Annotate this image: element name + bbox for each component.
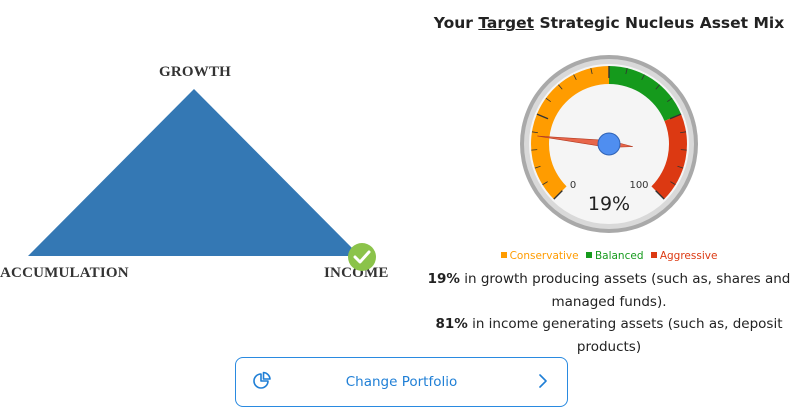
legend-swatch: [585, 252, 592, 258]
change-portfolio-label: Change Portfolio: [345, 374, 458, 390]
growth-text: in growth producing assets (such as, sha…: [459, 271, 791, 287]
legend-aggressive: Aggressive: [650, 250, 718, 262]
growth-label: GROWTH: [159, 64, 232, 80]
check-icon: [348, 243, 376, 271]
legend-swatch: [650, 252, 657, 258]
title-suffix: Strategic Nucleus Asset Mix: [539, 14, 785, 32]
gauge-max-label: 100: [629, 180, 648, 191]
gauge-legend: Conservative Balanced Aggressive: [418, 250, 800, 262]
gauge-hub: [597, 132, 621, 156]
income-percent: 81%: [435, 316, 468, 332]
change-portfolio-button[interactable]: Change Portfolio: [235, 357, 568, 407]
triangle-shape: [28, 89, 360, 256]
legend-aggressive-label: Aggressive: [659, 250, 718, 262]
asset-mix-description: 19% in growth producing assets (such as,…: [414, 268, 804, 358]
gauge-value-label: 19%: [588, 193, 630, 215]
accumulation-label: ACCUMULATION: [0, 265, 129, 281]
strategy-triangle: GROWTH ACCUMULATION INCOME: [0, 0, 400, 300]
growth-line-2: managed funds).: [551, 293, 667, 310]
chevron-right-icon: [539, 374, 547, 388]
pie-chart-icon: [253, 371, 271, 389]
title-prefix: Your: [433, 14, 473, 32]
legend-swatch: [500, 252, 507, 258]
legend-balanced-label: Balanced: [594, 250, 644, 262]
legend-conservative-label: Conservative: [509, 250, 579, 262]
income-line: 81% in income generating assets (such as…: [414, 313, 804, 358]
income-text: in income generating assets (such as, de…: [467, 316, 783, 355]
page-title: Your Target Strategic Nucleus Asset Mix: [418, 14, 800, 32]
growth-line: 19% in growth producing assets (such as,…: [414, 268, 804, 291]
gauge-min-label: 0: [570, 180, 576, 191]
legend-conservative: Conservative: [500, 250, 582, 262]
asset-mix-gauge: 0 100 19%: [519, 54, 699, 234]
title-emphasis: Target: [478, 14, 535, 32]
legend-balanced: Balanced: [585, 250, 647, 262]
growth-percent: 19%: [427, 271, 460, 287]
